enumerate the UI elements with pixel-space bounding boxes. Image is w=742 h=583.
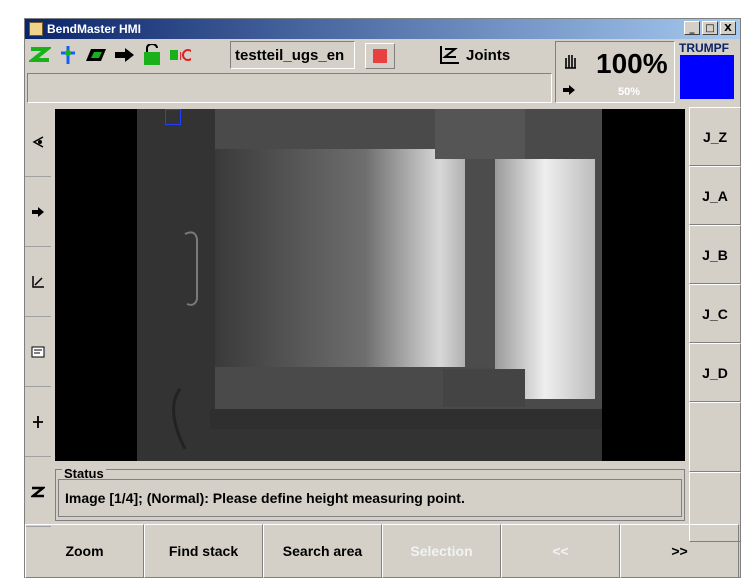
arrow-right-icon[interactable]	[113, 45, 135, 65]
hmi-window: BendMaster HMI _ □ X I testteil_ugs_en J…	[24, 18, 741, 578]
zoom-button[interactable]: Zoom	[25, 524, 144, 578]
search-area-button[interactable]: Search area	[263, 524, 382, 578]
lock-icon[interactable]	[141, 44, 163, 65]
program-name-field: testteil_ugs_en	[230, 41, 355, 69]
axis-icon[interactable]	[25, 247, 51, 317]
toolbar: I testteil_ugs_en Joints 100% 50% TRUMPF	[25, 39, 740, 103]
brand-label: TRUMPF	[679, 41, 729, 55]
find-stack-button[interactable]: Find stack	[144, 524, 263, 578]
status-message: Image [1/4]; (Normal): Please define hei…	[58, 479, 682, 517]
java-app-icon	[29, 22, 43, 36]
sheet-icon[interactable]	[85, 45, 107, 65]
camera-view[interactable]	[55, 109, 685, 461]
joints-mode[interactable]: Joints	[430, 41, 550, 69]
empty-slot-1	[689, 402, 741, 472]
svg-text:I: I	[179, 50, 182, 63]
bottom-toolbar: Zoom Find stack Search area Selection <<…	[25, 524, 741, 578]
pin-icon[interactable]	[25, 387, 51, 457]
hand-icon	[565, 55, 576, 69]
title-bar: BendMaster HMI _ □ X	[25, 19, 740, 39]
speed-panel: 100% 50%	[555, 41, 675, 103]
panel-icon[interactable]	[25, 317, 51, 387]
joints-label: Joints	[466, 46, 511, 64]
gripper-icon[interactable]	[57, 45, 79, 65]
io-indicator-icon[interactable]: I	[169, 45, 191, 65]
joint-b-button[interactable]: J_B	[689, 225, 741, 284]
stop-button[interactable]	[365, 43, 395, 69]
z-bend-icon[interactable]	[29, 45, 51, 65]
joint-c-button[interactable]: J_C	[689, 284, 741, 343]
joints-axis-icon	[440, 46, 459, 64]
stop-icon	[373, 49, 387, 63]
joint-z-button[interactable]: J_Z	[689, 107, 741, 166]
brand-block	[680, 55, 734, 99]
z-icon[interactable]	[25, 457, 51, 527]
feed-arrow-icon	[563, 85, 575, 95]
measure-point-marker[interactable]	[165, 109, 181, 125]
selection-button[interactable]: Selection	[382, 524, 501, 578]
next-button[interactable]: >>	[620, 524, 739, 578]
joint-a-button[interactable]: J_A	[689, 166, 741, 225]
camera-icon[interactable]	[25, 107, 51, 177]
feed-override: 50%	[618, 86, 641, 98]
window-controls: _ □ X	[684, 21, 736, 35]
message-bar	[27, 73, 552, 103]
close-button[interactable]: X	[720, 21, 736, 35]
previous-button[interactable]: <<	[501, 524, 620, 578]
speed-override: 100%	[596, 48, 668, 79]
window-title: BendMaster HMI	[47, 22, 142, 36]
camera-image	[137, 109, 602, 461]
right-toolbar: J_Z J_A J_B J_C J_D	[689, 107, 742, 542]
toolbar-icons: I	[27, 41, 227, 69]
joint-d-button[interactable]: J_D	[689, 343, 741, 402]
status-panel: Status Image [1/4]; (Normal): Please def…	[55, 466, 685, 521]
minimize-button[interactable]: _	[684, 21, 700, 35]
left-toolbar	[25, 107, 51, 529]
maximize-button[interactable]: □	[702, 21, 718, 35]
arrow-right-icon[interactable]	[25, 177, 51, 247]
trumpf-logo: TRUMPF	[677, 41, 739, 103]
